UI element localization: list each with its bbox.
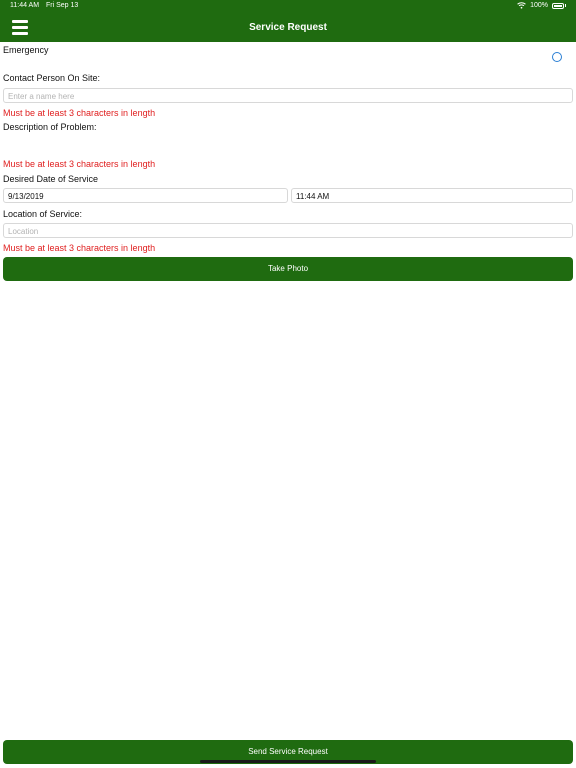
contact-label: Contact Person On Site:	[3, 73, 101, 83]
location-input[interactable]: Location	[3, 223, 573, 238]
description-label: Description of Problem:	[3, 122, 97, 132]
date-label: Desired Date of Service	[3, 174, 99, 184]
app-header: 11:44 AM Fri Sep 13 100% Service Request	[0, 0, 576, 42]
description-error: Must be at least 3 characters in length	[3, 159, 156, 169]
take-photo-button[interactable]: Take Photo	[3, 257, 573, 281]
status-right: 100%	[517, 2, 566, 9]
location-label: Location of Service:	[3, 209, 83, 219]
time-input[interactable]: 11:44 AM	[291, 188, 573, 203]
battery-percent: 100%	[530, 2, 548, 9]
location-error: Must be at least 3 characters in length	[3, 243, 156, 253]
status-date: Fri Sep 13	[46, 2, 79, 9]
battery-tip	[565, 4, 566, 7]
contact-error: Must be at least 3 characters in length	[3, 108, 156, 118]
contact-name-input[interactable]: Enter a name here	[3, 88, 573, 103]
emergency-radio[interactable]	[552, 52, 562, 62]
emergency-label: Emergency	[3, 45, 49, 55]
wifi-icon	[517, 2, 526, 9]
page-title: Service Request	[249, 22, 327, 33]
battery-icon	[552, 2, 564, 9]
status-time: 11:44 AM	[10, 2, 40, 9]
date-input[interactable]: 9/13/2019	[3, 188, 288, 203]
home-indicator	[200, 760, 376, 763]
